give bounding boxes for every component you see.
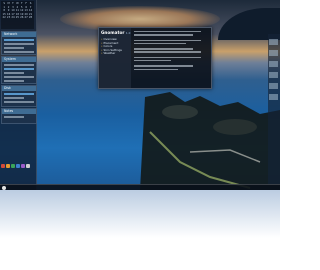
network-widget-title: Network: [2, 32, 36, 37]
text-line: [134, 51, 201, 53]
text-line: [134, 65, 194, 67]
right-widget[interactable]: [269, 94, 278, 100]
widget-line: [4, 51, 34, 53]
right-widget[interactable]: [269, 61, 278, 67]
widget-line: [4, 101, 34, 103]
widget-line: [4, 80, 25, 82]
coastal-rocks: [140, 92, 280, 190]
network-widget[interactable]: Network: [1, 31, 37, 55]
disk-widget-title: Disk: [2, 86, 36, 91]
notes-widget-title: Notes: [2, 109, 36, 114]
text-line: [134, 42, 186, 45]
system-widget[interactable]: System: [1, 56, 37, 84]
widget-line: [4, 64, 34, 66]
dialog-menu: Overview Placement Colors Skin Settings …: [99, 37, 131, 56]
text-line: [134, 31, 201, 33]
dialog-content: [134, 31, 208, 72]
app-icon[interactable]: [11, 164, 15, 168]
notes-widget[interactable]: Notes: [1, 108, 37, 124]
disk-widget[interactable]: Disk: [1, 85, 37, 107]
app-icon[interactable]: [1, 164, 5, 168]
app-name: Gnomator: [101, 30, 125, 35]
text-line: [134, 56, 201, 59]
text-line: [134, 68, 179, 70]
widget-line: [4, 116, 25, 118]
text-line: [134, 48, 194, 50]
app-icon[interactable]: [6, 164, 10, 168]
widget-line: [4, 68, 34, 70]
text-line: [134, 39, 201, 41]
right-widget[interactable]: [269, 83, 278, 89]
app-version: 1.0: [125, 31, 131, 35]
widget-line: [4, 39, 34, 41]
text-line: [134, 34, 194, 36]
quick-launch-icons: [1, 164, 35, 170]
widget-line: [4, 43, 34, 45]
right-widget[interactable]: [269, 72, 278, 78]
system-widget-title: System: [2, 57, 36, 62]
widget-line: [4, 76, 34, 78]
right-widget[interactable]: [269, 39, 278, 45]
widget-line: [4, 72, 25, 74]
calendar-day[interactable]: 28: [28, 16, 32, 20]
settings-dialog: Gnomator 1.0 Overview Placement Colors S…: [98, 27, 212, 89]
text-line: [134, 59, 171, 62]
widget-line: [4, 47, 25, 49]
right-sidebar: [268, 34, 280, 184]
left-sidebar-widgets: S M T W T F S 1 2 3 4 5 6 7 8 9 10 11 12 13 14 15 16 17 18 19 20 21…: [0, 0, 37, 190]
dialog-title: Gnomator 1.0: [99, 28, 131, 36]
widget-line: [4, 97, 25, 99]
app-icon[interactable]: [26, 164, 30, 168]
calendar-widget[interactable]: S M T W T F S 1 2 3 4 5 6 7 8 9 10 11 12 13 14 15 16 17 18 19 20 21…: [1, 1, 34, 29]
reflection: [0, 190, 280, 270]
calendar-days: S M T W T F S 1 2 3 4 5 6 7 8 9 10 11 12 13 14 15 16 17 18 19 20 21…: [1, 1, 34, 21]
right-widget[interactable]: [269, 50, 278, 56]
app-icon[interactable]: [16, 164, 20, 168]
widget-line: [4, 93, 34, 95]
dialog-sidebar: Gnomator 1.0 Overview Placement Colors S…: [99, 28, 131, 88]
menu-item-weather[interactable]: Weather: [101, 52, 131, 56]
desktop-wallpaper: S M T W T F S 1 2 3 4 5 6 7 8 9 10 11 12 13 14 15 16 17 18 19 20 21…: [0, 0, 280, 190]
app-icon[interactable]: [21, 164, 25, 168]
